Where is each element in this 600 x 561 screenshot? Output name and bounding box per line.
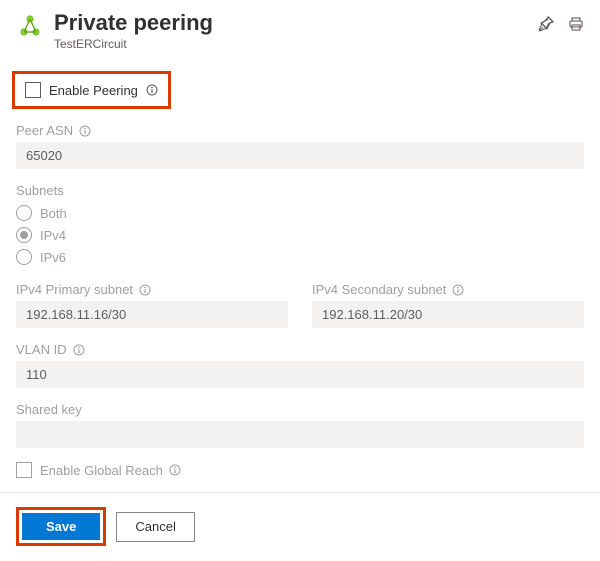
subnets-radio-ipv6[interactable] bbox=[16, 249, 32, 265]
page-header: Private peering TestERCircuit bbox=[0, 0, 600, 65]
save-button[interactable]: Save bbox=[22, 513, 100, 540]
ipv4-primary-input[interactable] bbox=[16, 301, 288, 328]
info-icon[interactable] bbox=[73, 344, 85, 356]
info-icon[interactable] bbox=[452, 284, 464, 296]
save-button-highlight: Save bbox=[16, 507, 106, 546]
peer-asn-label: Peer ASN bbox=[16, 123, 73, 138]
info-icon[interactable] bbox=[139, 284, 151, 296]
vlan-id-field: VLAN ID bbox=[16, 342, 584, 388]
pin-icon[interactable] bbox=[538, 16, 554, 32]
shared-key-label: Shared key bbox=[16, 402, 584, 417]
enable-peering-label: Enable Peering bbox=[49, 83, 138, 98]
vlan-id-label: VLAN ID bbox=[16, 342, 67, 357]
subnets-label: Subnets bbox=[16, 183, 584, 198]
subnets-option-label: IPv4 bbox=[40, 228, 66, 243]
subnets-option-label: IPv6 bbox=[40, 250, 66, 265]
vlan-id-input[interactable] bbox=[16, 361, 584, 388]
peer-asn-input[interactable] bbox=[16, 142, 584, 169]
enable-global-reach-checkbox[interactable] bbox=[16, 462, 32, 478]
peering-resource-icon bbox=[16, 12, 44, 40]
subnets-option-label: Both bbox=[40, 206, 67, 221]
enable-global-reach-row: Enable Global Reach bbox=[16, 462, 584, 478]
info-icon[interactable] bbox=[79, 125, 91, 137]
page-title: Private peering bbox=[54, 10, 524, 36]
shared-key-field: Shared key bbox=[16, 402, 584, 448]
ipv4-primary-label: IPv4 Primary subnet bbox=[16, 282, 133, 297]
subnets-radio-both[interactable] bbox=[16, 205, 32, 221]
page-subtitle: TestERCircuit bbox=[54, 37, 524, 51]
footer: Save Cancel bbox=[0, 493, 600, 546]
info-icon[interactable] bbox=[146, 84, 158, 96]
peer-asn-field: Peer ASN bbox=[16, 123, 584, 169]
ipv4-secondary-input[interactable] bbox=[312, 301, 584, 328]
shared-key-input[interactable] bbox=[16, 421, 584, 448]
cancel-button[interactable]: Cancel bbox=[116, 512, 194, 542]
subnets-radio-ipv4[interactable] bbox=[16, 227, 32, 243]
ipv4-primary-field: IPv4 Primary subnet bbox=[16, 282, 288, 328]
ipv4-secondary-field: IPv4 Secondary subnet bbox=[312, 282, 584, 328]
info-icon[interactable] bbox=[169, 464, 181, 476]
enable-peering-highlight: Enable Peering bbox=[12, 71, 171, 109]
enable-peering-checkbox[interactable] bbox=[25, 82, 41, 98]
subnets-group: Subnets Both IPv4 IPv6 bbox=[16, 183, 584, 268]
ipv4-secondary-label: IPv4 Secondary subnet bbox=[312, 282, 446, 297]
enable-global-reach-label: Enable Global Reach bbox=[40, 463, 163, 478]
print-icon[interactable] bbox=[568, 16, 584, 32]
